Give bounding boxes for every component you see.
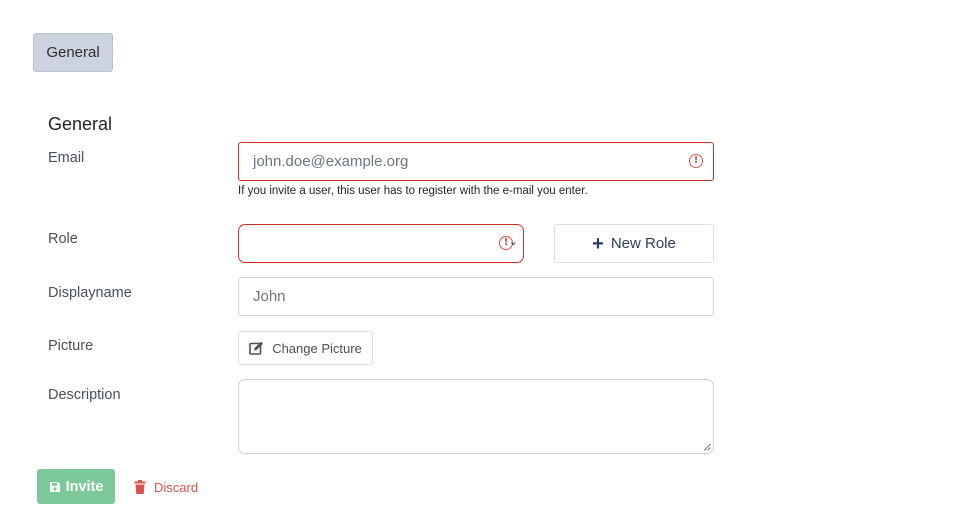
save-icon [49, 481, 60, 492]
invite-button[interactable]: Invite [37, 469, 115, 504]
email-help-text: If you invite a user, this user has to r… [238, 185, 588, 197]
invite-label: Invite [65, 478, 104, 495]
email-label: Email [48, 150, 85, 166]
email-placeholder: john.doe@example.org [253, 153, 409, 170]
discard-label: Discard [154, 479, 199, 495]
edit-icon [249, 341, 264, 355]
description-textarea[interactable] [238, 379, 714, 454]
displayname-label: Displayname [48, 285, 132, 301]
email-field[interactable]: john.doe@example.org ! [238, 142, 714, 181]
picture-label: Picture [48, 338, 94, 354]
discard-button[interactable]: Discard [134, 476, 198, 498]
new-role-label: New Role [610, 235, 676, 252]
description-label: Description [48, 387, 121, 403]
alert-circle-icon: ! [689, 154, 703, 168]
new-role-button[interactable]: + New Role [554, 224, 714, 263]
tab-general[interactable]: General [33, 33, 113, 72]
role-label: Role [48, 231, 78, 247]
plus-icon: + [592, 232, 604, 255]
resize-handle-icon[interactable] [703, 443, 711, 451]
section-title: General [48, 114, 113, 134]
chevron-down-icon: ⌄ [508, 235, 518, 248]
displayname-value: John [253, 288, 286, 305]
change-picture-button[interactable]: Change Picture [238, 331, 373, 365]
change-picture-label: Change Picture [272, 340, 362, 356]
trash-icon [134, 480, 146, 494]
role-select[interactable]: ! ⌄ [238, 224, 524, 263]
displayname-field[interactable]: John [238, 277, 714, 316]
